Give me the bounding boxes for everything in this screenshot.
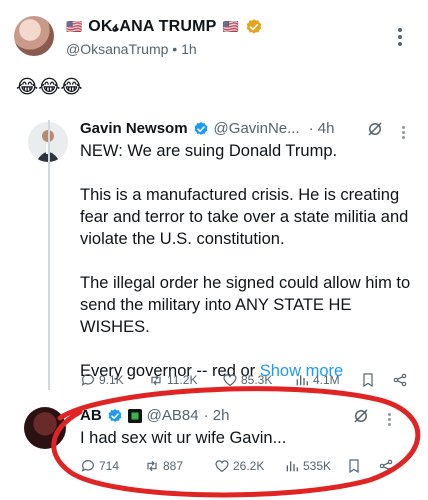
author-name[interactable]: Gavin Newsom — [80, 120, 188, 137]
views-button[interactable]: 535K — [284, 458, 346, 474]
views-count: 4.1M — [313, 373, 340, 387]
verified-badge-icon — [246, 19, 262, 34]
repost-button[interactable]: 11.2K — [148, 372, 222, 388]
quote-line: NEW: We are suing Donald Trump. — [80, 142, 338, 160]
repost-button[interactable]: 887 — [144, 458, 214, 474]
avatar[interactable] — [24, 407, 66, 449]
reply-count: 714 — [99, 459, 120, 473]
reply-icon — [81, 460, 94, 472]
post-text: 😂😂😂 — [16, 77, 83, 98]
like-count: 85.3K — [241, 373, 273, 387]
flag-emoji: 🇺🇸 — [66, 19, 83, 34]
affiliate-badge-icon — [127, 408, 142, 423]
grok-icon[interactable] — [352, 407, 370, 425]
bookmark-icon[interactable] — [360, 372, 376, 388]
top-post: 🇺🇸 OK𝓼ANA TRUMP 🇺🇸 @OksanaTrump • 1h 😂😂😂 — [0, 0, 428, 110]
author-handle[interactable]: @GavinNe... — [214, 120, 300, 137]
like-button[interactable]: 26.2K — [214, 458, 284, 474]
views-button[interactable]: 4.1M — [294, 372, 360, 388]
reply-text: I had sex wit ur wife Gavin... — [80, 429, 287, 447]
author-handle[interactable]: @OksanaTrump — [66, 41, 168, 57]
kebab-menu-icon[interactable] — [388, 413, 391, 428]
like-count: 26.2K — [233, 459, 265, 473]
like-button[interactable]: 85.3K — [222, 372, 294, 388]
reply-count: 9.1K — [99, 373, 124, 387]
quote-line: This is a manufactured crisis. He is cre… — [80, 186, 409, 248]
quote-line: The illegal order he signed could allow … — [80, 274, 411, 336]
repost-icon — [147, 460, 157, 472]
reply-button[interactable]: 714 — [80, 458, 144, 474]
kebab-menu-icon[interactable] — [396, 28, 404, 50]
author-name[interactable]: AB — [80, 407, 102, 424]
quote-actions: 9.1K 11.2K 85.3K 4.1M — [80, 372, 410, 388]
share-icon[interactable] — [392, 372, 408, 388]
reply-post[interactable]: AB @AB84 · 2h I had sex wit ur wife Gavi… — [0, 395, 428, 500]
reply-actions: 714 887 26.2K 535K — [80, 458, 410, 474]
quote-text: NEW: We are suing Donald Trump. This is … — [80, 140, 414, 382]
verified-badge-icon — [194, 121, 208, 135]
reply-header: AB @AB84 · 2h — [80, 407, 229, 424]
post-time[interactable]: · 2h — [204, 407, 230, 424]
like-icon — [215, 460, 229, 473]
verified-badge-icon — [108, 408, 122, 422]
views-icon — [296, 375, 308, 386]
views-count: 535K — [303, 459, 332, 473]
repost-icon — [151, 374, 161, 386]
views-icon — [286, 461, 298, 472]
avatar[interactable] — [14, 16, 54, 56]
repost-count: 11.2K — [167, 373, 198, 387]
flag-emoji: 🇺🇸 — [222, 19, 239, 34]
post-time[interactable]: 1h — [181, 41, 197, 57]
kebab-menu-icon[interactable] — [402, 126, 405, 141]
like-icon — [223, 374, 237, 387]
bookmark-icon[interactable] — [346, 458, 362, 474]
grok-icon[interactable] — [366, 120, 384, 138]
thread-connector — [48, 120, 50, 390]
post-time[interactable]: · 4h — [309, 120, 335, 137]
quote-header: Gavin Newsom @GavinNe... · 4h — [80, 120, 335, 137]
author-handle-row: @OksanaTrump • 1h — [66, 41, 197, 57]
separator: • — [172, 41, 178, 57]
author-name[interactable]: OK𝓼ANA TRUMP — [88, 18, 216, 36]
author-handle[interactable]: @AB84 — [147, 407, 199, 424]
author-name-row[interactable]: 🇺🇸 OK𝓼ANA TRUMP 🇺🇸 — [66, 18, 263, 36]
repost-count: 887 — [163, 459, 184, 473]
reply-button[interactable]: 9.1K — [80, 372, 148, 388]
reply-icon — [81, 374, 94, 386]
share-icon[interactable] — [378, 458, 394, 474]
